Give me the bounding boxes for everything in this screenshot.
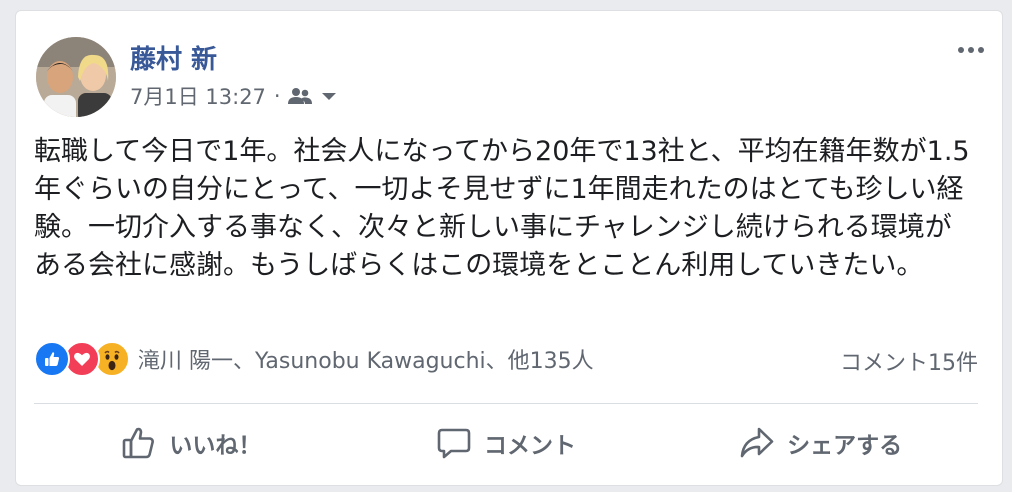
like-button[interactable]: いいね！	[34, 415, 349, 471]
post-card: 藤村 新 7月1日 13:27 · 転職して今日で1年。社会人になってから20年…	[15, 10, 1003, 486]
action-bar: いいね！ コメント シェアする	[34, 415, 978, 471]
like-button-label: いいね！	[169, 433, 262, 459]
author-name[interactable]: 藤村 新	[130, 39, 217, 76]
reactions-summary[interactable]: 滝川 陽一、Yasunobu Kawaguchi、他135人	[34, 339, 594, 379]
more-dot	[958, 47, 964, 53]
friends-icon[interactable]	[287, 87, 313, 105]
comment-count[interactable]: コメント15件	[840, 345, 978, 377]
reaction-names[interactable]: 滝川 陽一、Yasunobu Kawaguchi、他135人	[138, 343, 594, 375]
post-timestamp[interactable]: 7月1日 13:27	[130, 81, 266, 111]
more-dot	[968, 47, 974, 53]
post-meta: 7月1日 13:27 ·	[130, 81, 339, 111]
like-reaction-icon	[34, 341, 70, 377]
comment-button[interactable]: コメント	[349, 415, 664, 471]
thumbs-up-icon	[123, 427, 155, 459]
share-icon	[740, 427, 774, 458]
share-button[interactable]: シェアする	[663, 415, 978, 471]
comment-icon	[437, 428, 471, 459]
more-dot	[978, 47, 984, 53]
chevron-down-icon[interactable]	[319, 89, 339, 103]
author-avatar[interactable]	[36, 37, 116, 117]
more-options-button[interactable]	[958, 47, 984, 53]
meta-separator: ·	[273, 84, 281, 108]
comment-button-label: コメント	[484, 433, 576, 459]
post-text: 転職して今日で1年。社会人になってから20年で13社と、平均在籍年数が1.5年ぐ…	[34, 136, 970, 281]
divider	[34, 403, 978, 404]
share-button-label: シェアする	[787, 433, 903, 459]
